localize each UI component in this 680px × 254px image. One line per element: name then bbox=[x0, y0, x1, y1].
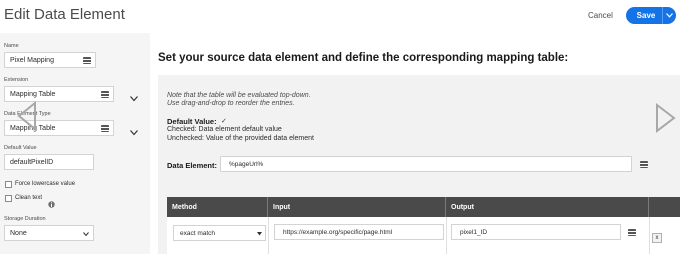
unchecked-explanation: Unchecked: Value of the provided data el… bbox=[167, 135, 314, 142]
save-button-label: Save bbox=[636, 11, 656, 20]
method-select[interactable]: exact match bbox=[173, 225, 266, 241]
clean-text-label: Clean text bbox=[15, 195, 43, 201]
mapping-table-header: Method Input Output bbox=[167, 197, 680, 217]
name-field-value: Pixel Mapping bbox=[10, 56, 54, 64]
chevron-down-icon bbox=[257, 232, 262, 236]
remove-row-button[interactable]: x bbox=[652, 233, 662, 243]
column-divider bbox=[268, 217, 269, 254]
data-element-label: Data Element: bbox=[167, 161, 218, 170]
output-data-element-icon[interactable] bbox=[628, 229, 636, 236]
force-lowercase-checkbox[interactable] bbox=[5, 181, 12, 188]
output-field[interactable]: pixel1_ID bbox=[451, 224, 621, 240]
default-value-label: Default Value bbox=[4, 145, 37, 151]
checked-explanation: Checked: Data element default value bbox=[167, 126, 282, 133]
default-value-field-value: defaultPixelID bbox=[10, 158, 54, 166]
column-header-input: Input bbox=[268, 197, 446, 217]
default-value-title: Default Value: bbox=[167, 117, 217, 126]
cancel-button[interactable]: Cancel bbox=[588, 11, 613, 20]
input-field-value: https://example.org/specific/page.html bbox=[283, 228, 393, 236]
extension-label: Extension bbox=[4, 77, 29, 83]
default-value-checkbox[interactable]: ✓ bbox=[221, 117, 227, 125]
extension-chevron-down-icon[interactable] bbox=[130, 89, 138, 107]
extension-select[interactable]: Mapping Table bbox=[4, 86, 114, 102]
method-select-value: exact match bbox=[180, 229, 216, 237]
chevron-down-icon bbox=[83, 232, 89, 236]
data-element-input-value: %pageUrl% bbox=[229, 160, 264, 168]
column-divider bbox=[649, 217, 650, 254]
storage-duration-select[interactable]: None bbox=[4, 225, 94, 241]
storage-duration-value: None bbox=[10, 229, 27, 237]
data-element-icon[interactable] bbox=[101, 91, 109, 98]
save-options-dropdown[interactable] bbox=[662, 7, 676, 24]
data-element-icon[interactable] bbox=[101, 125, 109, 132]
column-divider bbox=[446, 217, 447, 254]
previous-arrow-icon[interactable] bbox=[16, 100, 38, 136]
note-line-2: Use drag-and-drop to reorder the entries… bbox=[167, 100, 295, 107]
name-label: Name bbox=[4, 43, 19, 49]
output-field-value: pixel1_ID bbox=[460, 228, 488, 236]
next-arrow-icon[interactable] bbox=[654, 102, 678, 138]
extension-select-value: Mapping Table bbox=[10, 90, 56, 98]
info-icon[interactable] bbox=[48, 195, 55, 213]
input-field[interactable]: https://example.org/specific/page.html bbox=[274, 224, 444, 240]
section-heading: Set your source data element and define … bbox=[158, 52, 569, 64]
data-element-input[interactable]: %pageUrl% bbox=[220, 156, 632, 172]
storage-duration-label: Storage Duration bbox=[4, 216, 46, 222]
data-element-picker-icon[interactable] bbox=[640, 161, 648, 168]
column-header-method: Method bbox=[167, 197, 268, 217]
name-field[interactable]: Pixel Mapping bbox=[4, 52, 96, 68]
force-lowercase-label: Force lowercase value bbox=[15, 181, 76, 187]
save-button[interactable]: Save bbox=[626, 7, 676, 24]
chevron-down-icon bbox=[666, 13, 673, 18]
default-value-field[interactable]: defaultPixelID bbox=[4, 154, 94, 170]
column-header-output: Output bbox=[446, 197, 649, 217]
page-title: Edit Data Element bbox=[4, 6, 125, 23]
type-chevron-down-icon[interactable] bbox=[130, 123, 138, 141]
data-element-icon[interactable] bbox=[83, 57, 91, 64]
clean-text-checkbox[interactable] bbox=[5, 195, 12, 202]
